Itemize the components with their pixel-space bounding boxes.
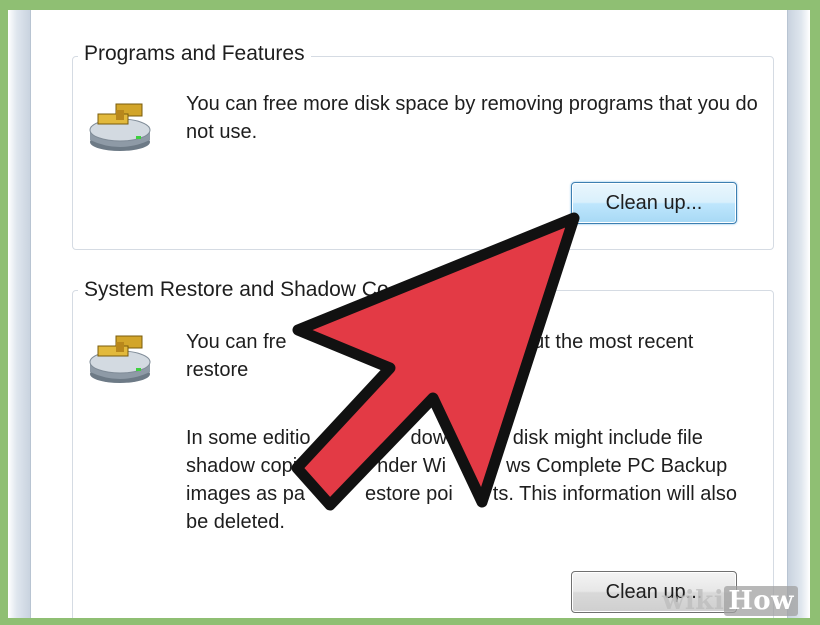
red-arrow-pointer: [291, 212, 580, 511]
